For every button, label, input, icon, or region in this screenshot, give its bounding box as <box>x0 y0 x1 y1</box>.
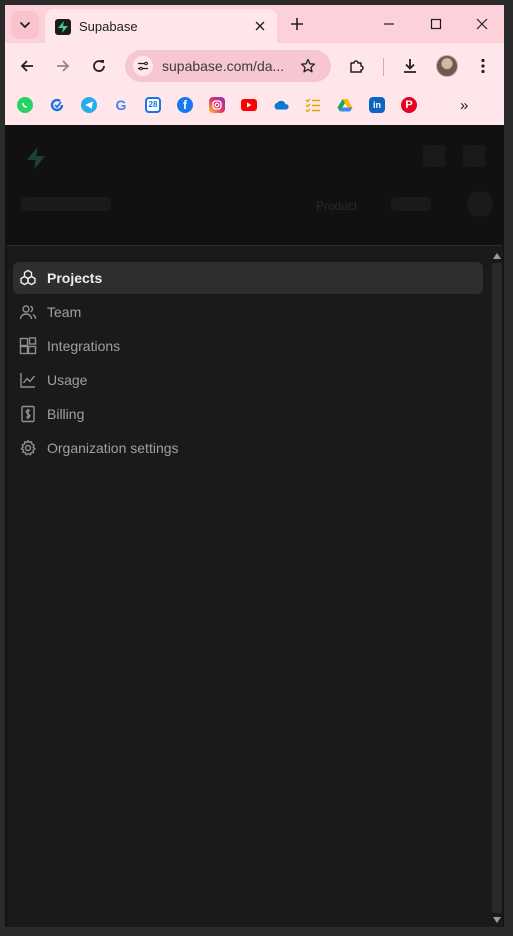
site-info-icon[interactable] <box>133 56 153 76</box>
minimize-button[interactable] <box>377 12 401 36</box>
tab-close-button[interactable] <box>251 17 269 35</box>
chevron-down-icon <box>20 22 30 29</box>
menu-item-label: Usage <box>47 372 88 388</box>
profile-avatar[interactable] <box>436 55 458 77</box>
bookmarks-overflow-button[interactable]: » <box>460 97 468 114</box>
menu-item-projects[interactable]: Projects <box>13 262 483 294</box>
star-icon <box>300 58 316 73</box>
bookmark-star-button[interactable] <box>299 57 317 75</box>
menu-list: Projects Team Integrations Usage Billing… <box>13 262 483 466</box>
more-vertical-icon <box>481 58 485 74</box>
menu-item-integrations[interactable]: Integrations <box>13 330 483 362</box>
supabase-logo-icon <box>27 147 45 169</box>
gear-icon <box>19 439 37 457</box>
calendar-icon[interactable]: 28 <box>145 97 161 113</box>
download-icon <box>404 59 416 73</box>
scroll-up-arrow-icon[interactable] <box>493 251 501 261</box>
youtube-icon[interactable] <box>241 99 257 111</box>
arrow-left-icon <box>20 60 33 72</box>
toolbar-separator <box>383 58 384 76</box>
header-product-link: Product <box>316 199 358 213</box>
whatsapp-icon[interactable] <box>17 97 33 113</box>
header-icon-placeholder <box>463 145 485 167</box>
close-icon <box>255 21 265 31</box>
supabase-favicon-icon <box>55 19 71 35</box>
close-window-button[interactable] <box>470 12 494 36</box>
maximize-button[interactable] <box>424 12 448 36</box>
menu-item-organization-settings[interactable]: Organization settings <box>13 432 483 464</box>
facebook-icon[interactable]: f <box>177 97 193 113</box>
browser-menu-button[interactable] <box>471 54 495 78</box>
bookmarks-bar: G 28 f in P » <box>5 88 504 125</box>
onedrive-icon[interactable] <box>273 97 289 113</box>
blocks-icon <box>19 337 37 355</box>
close-icon <box>476 18 488 30</box>
tab-strip: Supabase <box>5 5 504 43</box>
boxes-icon <box>19 269 37 287</box>
menu-item-label: Team <box>47 304 82 320</box>
minimize-icon <box>384 23 394 25</box>
menu-item-billing[interactable]: Billing <box>13 398 483 430</box>
google-icon[interactable]: G <box>113 97 129 113</box>
menu-item-label: Integrations <box>47 338 121 354</box>
pinterest-icon[interactable]: P <box>401 97 417 113</box>
url-text: supabase.com/da... <box>162 58 285 74</box>
users-icon <box>19 303 37 321</box>
downloads-button[interactable] <box>398 54 422 78</box>
linkedin-icon[interactable]: in <box>369 97 385 113</box>
scrollbar-track[interactable] <box>492 263 502 913</box>
organization-menu-panel: Projects Team Integrations Usage Billing… <box>7 245 502 927</box>
header-icon-placeholder <box>423 145 445 167</box>
dashboard-header-dimmed: Product <box>5 125 504 246</box>
menu-item-usage[interactable]: Usage <box>13 364 483 396</box>
tasks-icon[interactable] <box>305 97 321 113</box>
browser-window: Supabase supabase.com/da... G 28 f in P … <box>5 5 504 927</box>
maximize-icon <box>430 18 442 30</box>
menu-item-label: Organization settings <box>47 440 179 456</box>
receipt-icon <box>19 405 37 423</box>
telegram-icon[interactable] <box>81 97 97 113</box>
google-drive-icon[interactable] <box>337 97 353 113</box>
chart-icon <box>19 371 37 389</box>
plus-icon <box>291 18 303 30</box>
extensions-button[interactable] <box>345 54 369 78</box>
instagram-icon[interactable] <box>209 97 225 113</box>
scroll-down-arrow-icon[interactable] <box>493 915 501 925</box>
tab-title: Supabase <box>79 19 138 34</box>
menu-item-label: Projects <box>47 270 103 286</box>
header-text-placeholder <box>21 197 111 211</box>
arrow-right-icon <box>57 60 70 72</box>
header-text-placeholder <box>391 197 431 211</box>
menu-item-team[interactable]: Team <box>13 296 483 328</box>
active-tab[interactable]: Supabase <box>45 9 277 43</box>
puzzle-icon <box>350 60 364 73</box>
address-bar[interactable]: supabase.com/da... <box>125 50 331 82</box>
new-tab-button[interactable] <box>287 14 307 34</box>
reload-icon <box>93 60 105 72</box>
refresh-app-icon[interactable] <box>49 97 65 113</box>
reload-button[interactable] <box>87 54 111 78</box>
tab-search-button[interactable] <box>11 11 39 39</box>
back-button[interactable] <box>15 54 39 78</box>
menu-scrollbar[interactable] <box>491 249 503 927</box>
menu-item-label: Billing <box>47 406 85 422</box>
forward-button[interactable] <box>51 54 75 78</box>
browser-toolbar: supabase.com/da... <box>5 43 504 88</box>
avatar <box>467 191 493 217</box>
